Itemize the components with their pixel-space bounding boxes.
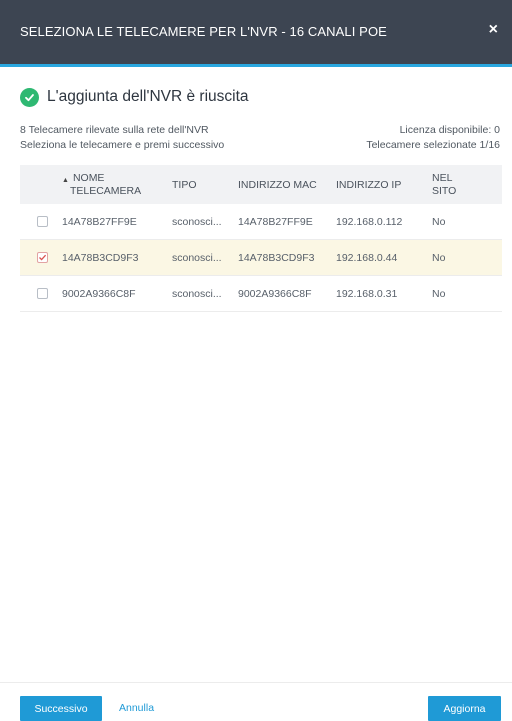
table-row[interactable]: 14A78B27FF9E sconosci... 14A78B27FF9E 19… [20, 204, 502, 240]
camera-name: 14A78B3CD9F3 [62, 239, 172, 276]
camera-mac: 14A78B27FF9E [238, 204, 336, 240]
camera-on-site: No [432, 239, 502, 276]
name-header-line1: NOME [72, 171, 105, 184]
footer-divider [0, 682, 512, 683]
camera-on-site: No [432, 204, 502, 240]
camera-on-site: No [432, 275, 502, 312]
dialog-titlebar: SELEZIONA LE TELECAMERE PER L'NVR - 16 C… [0, 0, 512, 67]
row-checkbox[interactable] [37, 288, 48, 299]
table-row[interactable]: 9002A9366C8F sconosci... 9002A9366C8F 19… [20, 275, 502, 312]
column-header-mac[interactable]: INDIRIZZO MAC [238, 165, 336, 204]
camera-type: sconosci... [172, 239, 238, 276]
refresh-button[interactable]: Aggiorna [428, 696, 501, 721]
success-banner: L'aggiunta dell'NVR è riuscita [20, 87, 249, 107]
sort-up-icon[interactable]: ▲ [62, 177, 69, 184]
check-circle-icon [20, 87, 39, 107]
select-column-header [20, 165, 62, 204]
row-checkbox[interactable] [37, 252, 48, 263]
table-header-row: ▲ NOME TELECAMERA TIPO INDIRIZZO MAC INDIR… [20, 165, 502, 204]
camera-mac: 9002A9366C8F [238, 275, 336, 312]
instruction-text: Seleziona le telecamere e premi successi… [20, 139, 225, 151]
camera-ip: 192.168.0.31 [336, 275, 432, 312]
camera-ip: 192.168.0.44 [336, 239, 432, 276]
camera-name: 9002A9366C8F [62, 275, 172, 312]
camera-ip: 192.168.0.112 [336, 204, 432, 240]
detected-count: 8 Telecamere rilevate sulla rete dell'NV… [20, 124, 209, 136]
row-checkbox[interactable] [37, 216, 48, 227]
column-header-name[interactable]: ▲ NOME TELECAMERA [62, 165, 172, 204]
site-header-line1: NEL [432, 171, 453, 184]
next-button[interactable]: Successivo [20, 696, 102, 721]
table-row[interactable]: 14A78B3CD9F3 sconosci... 14A78B3CD9F3 19… [20, 239, 502, 276]
site-header-line2: SITO [432, 184, 457, 197]
column-header-type[interactable]: TIPO [172, 165, 238, 204]
column-header-ip[interactable]: INDIRIZZO IP [336, 165, 432, 204]
dialog-title: SELEZIONA LE TELECAMERE PER L'NVR - 16 C… [20, 24, 387, 39]
cancel-link[interactable]: Annulla [119, 702, 154, 714]
camera-table: ▲ NOME TELECAMERA TIPO INDIRIZZO MAC INDIR… [20, 165, 502, 312]
camera-mac: 14A78B3CD9F3 [238, 239, 336, 276]
camera-type: sconosci... [172, 204, 238, 240]
success-message: L'aggiunta dell'NVR è riuscita [47, 88, 249, 105]
camera-name: 14A78B27FF9E [62, 204, 172, 240]
license-info: Licenza disponibile: 0 Telecamere selezi… [366, 123, 500, 153]
selected-count: Telecamere selezionate 1/16 [366, 139, 500, 151]
detection-info: 8 Telecamere rilevate sulla rete dell'NV… [20, 123, 224, 153]
name-header-line2: TELECAMERA [69, 184, 142, 197]
close-icon[interactable]: × [489, 21, 498, 39]
column-header-site[interactable]: NEL SITO [432, 165, 502, 204]
license-available: Licenza disponibile: 0 [399, 124, 500, 136]
camera-type: sconosci... [172, 275, 238, 312]
